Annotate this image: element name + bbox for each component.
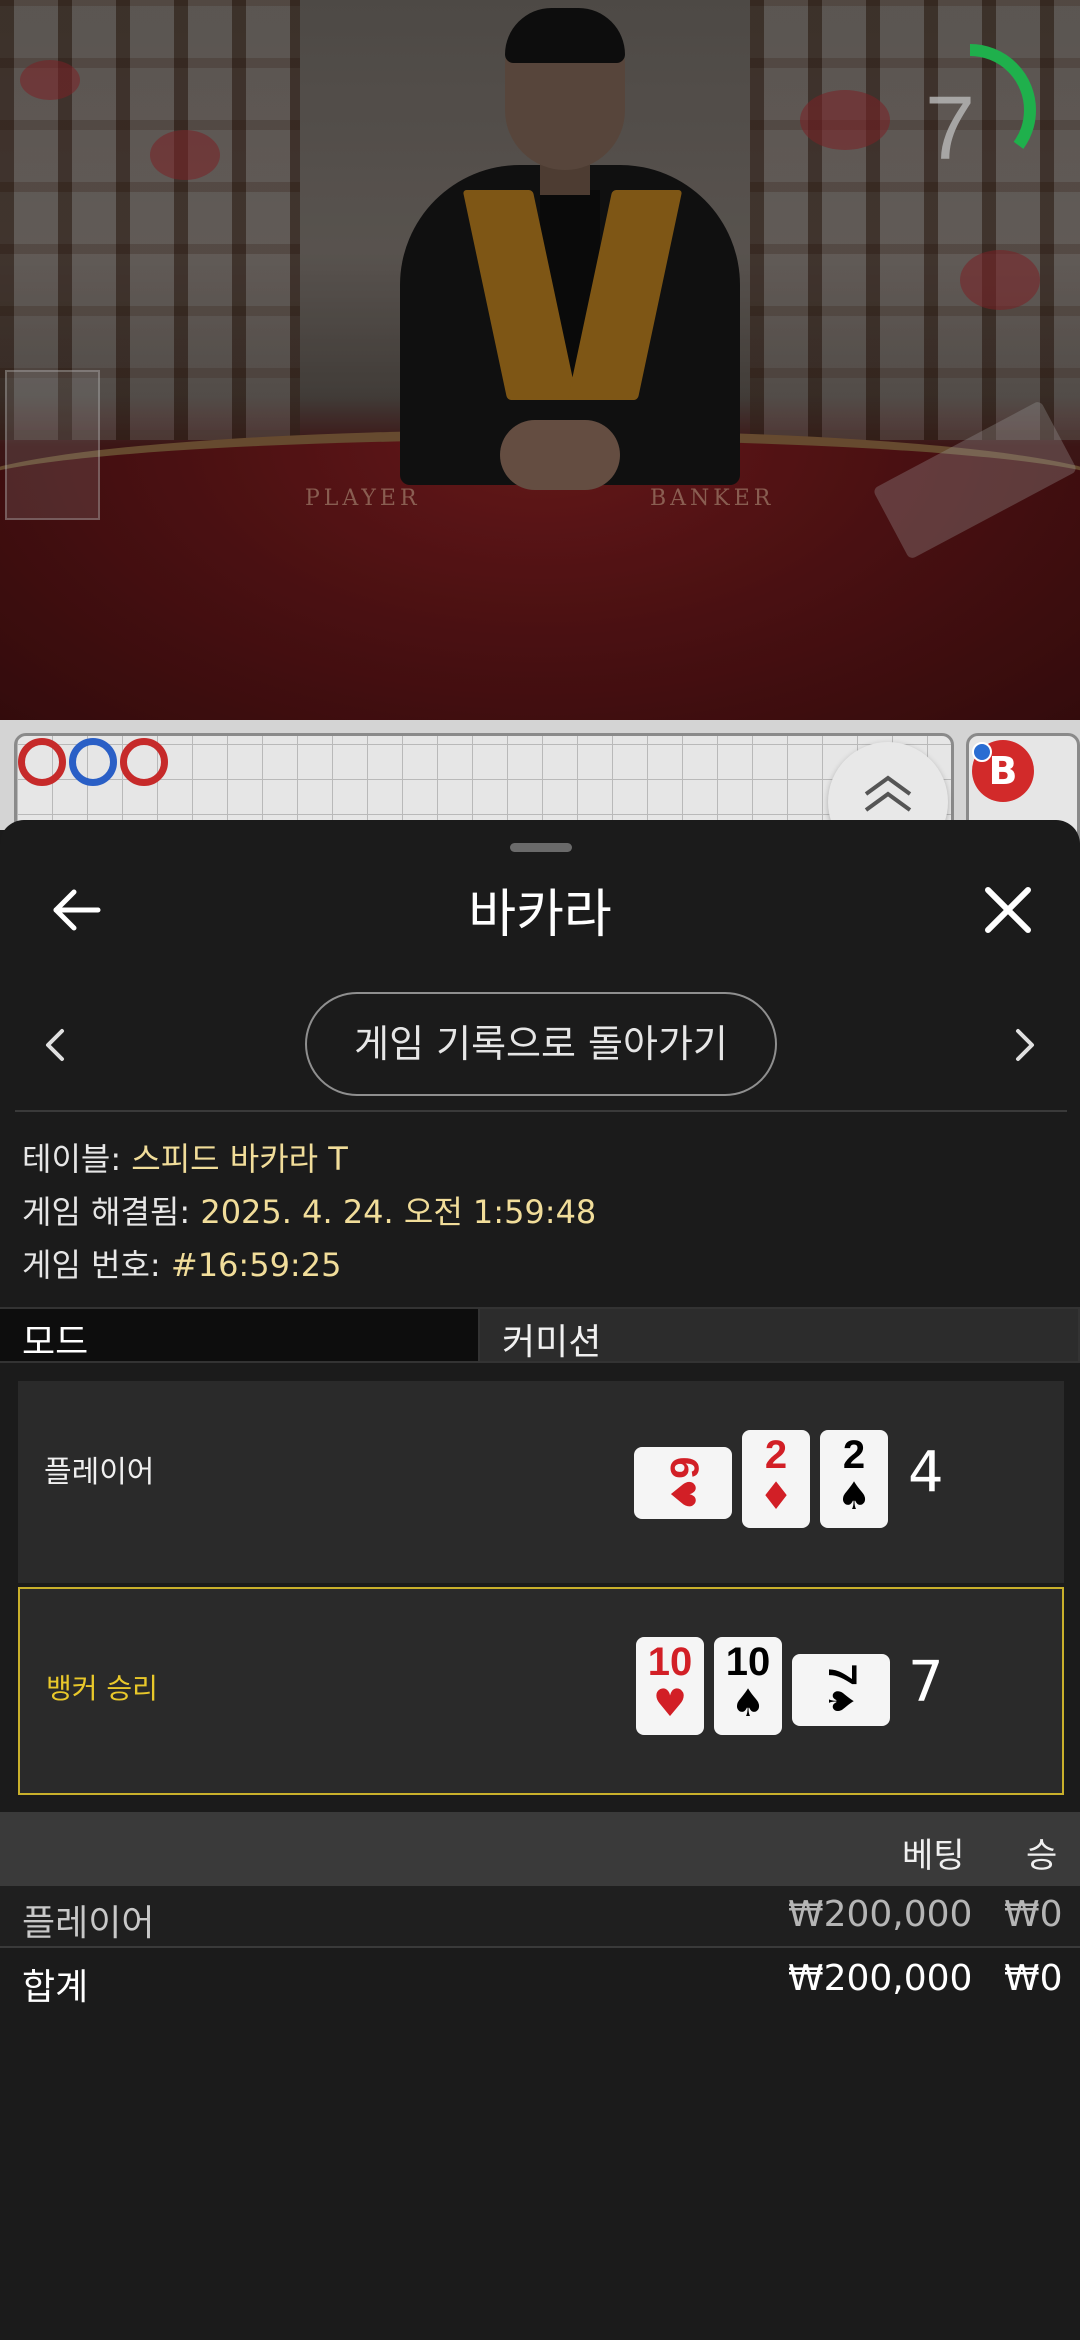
card: 2 ♦ [742, 1430, 810, 1528]
mode-value: 커미션 [502, 1322, 602, 1363]
table-value: 스피드 바카라 T [131, 1140, 348, 1178]
card-suit: ♦ [758, 1474, 794, 1518]
countdown-timer-value: 7 [924, 79, 976, 179]
card: 10 ♠ [714, 1637, 782, 1735]
game-number-info: 게임 번호: #16:59:25 [22, 1240, 341, 1286]
game-number-label: 게임 번호: [22, 1246, 171, 1284]
card-rank: 7 [820, 1663, 864, 1686]
player-label: 플레이어 [44, 1455, 155, 1490]
player-dot-marker [972, 742, 992, 762]
player-total: 4 [908, 1440, 944, 1505]
card-rank: 2 [842, 1433, 866, 1477]
bet-table-header: 베팅 승 [0, 1812, 1080, 1886]
card-suit: ♥ [662, 1478, 702, 1510]
close-icon [985, 887, 1031, 933]
card-suit: ♠ [820, 1685, 860, 1717]
total-label: 합계 [22, 1967, 89, 2008]
game-number-value: #16:59:25 [170, 1246, 342, 1284]
card: 2 ♠ [820, 1430, 888, 1528]
banker-total: 7 [908, 1650, 944, 1715]
chevron-left-icon [46, 1029, 64, 1061]
total-bet-amount: ₩200,000 [788, 1958, 973, 1999]
banker-win-label: 뱅커 승리 [46, 1672, 158, 1705]
resolved-info: 게임 해결됨: 2025. 4. 24. 오전 1:59:48 [22, 1187, 596, 1233]
mode-label: 모드 [22, 1322, 89, 1363]
close-button[interactable] [978, 880, 1038, 940]
bet-name: 플레이어 [22, 1903, 155, 1944]
win-amount: ₩0 [1004, 1894, 1063, 1935]
table-row: 플레이어 ₩200,000 ₩0 [0, 1886, 1080, 1948]
card: 6♥ [634, 1447, 732, 1519]
card-suit: ♥ [652, 1681, 688, 1725]
resolved-value: 2025. 4. 24. 오전 1:59:48 [200, 1193, 597, 1231]
total-win-amount: ₩0 [1004, 1958, 1063, 1999]
double-chevron-up-icon [864, 775, 912, 812]
card-rank: 2 [764, 1433, 788, 1477]
table-row: 합계 ₩200,000 ₩0 [0, 1950, 1080, 2012]
banker-ring-marker [120, 738, 168, 786]
card-rank: 10 [647, 1640, 693, 1684]
back-to-history-button[interactable]: 게임 기록으로 돌아가기 [305, 992, 777, 1096]
banker-ring-marker [18, 738, 66, 786]
next-game-button[interactable] [1010, 1025, 1040, 1065]
previous-game-button[interactable] [40, 1025, 70, 1065]
bet-column-header: 베팅 [902, 1836, 965, 1876]
page-title: 바카라 [468, 885, 612, 945]
sheet-drag-handle[interactable] [510, 843, 572, 852]
win-column-header: 승 [1026, 1836, 1058, 1876]
card-rank: 6 [662, 1456, 706, 1479]
card-suit: ♠ [836, 1474, 872, 1518]
resolved-label: 게임 해결됨: [22, 1193, 201, 1231]
table-label: 테이블: [22, 1140, 132, 1178]
mode-label-cell: 모드 [0, 1307, 478, 1363]
chevron-right-icon [1016, 1029, 1034, 1061]
bet-amount: ₩200,000 [788, 1894, 973, 1935]
table-info: 테이블: 스피드 바카라 T [22, 1134, 348, 1180]
player-ring-marker [69, 738, 117, 786]
card-suit: ♠ [730, 1681, 766, 1725]
divider [15, 1110, 1067, 1112]
mode-value-cell: 커미션 [478, 1307, 1080, 1363]
card-rank: 10 [725, 1640, 771, 1684]
card: 10 ♥ [636, 1637, 704, 1735]
card: 7♠ [792, 1654, 890, 1726]
